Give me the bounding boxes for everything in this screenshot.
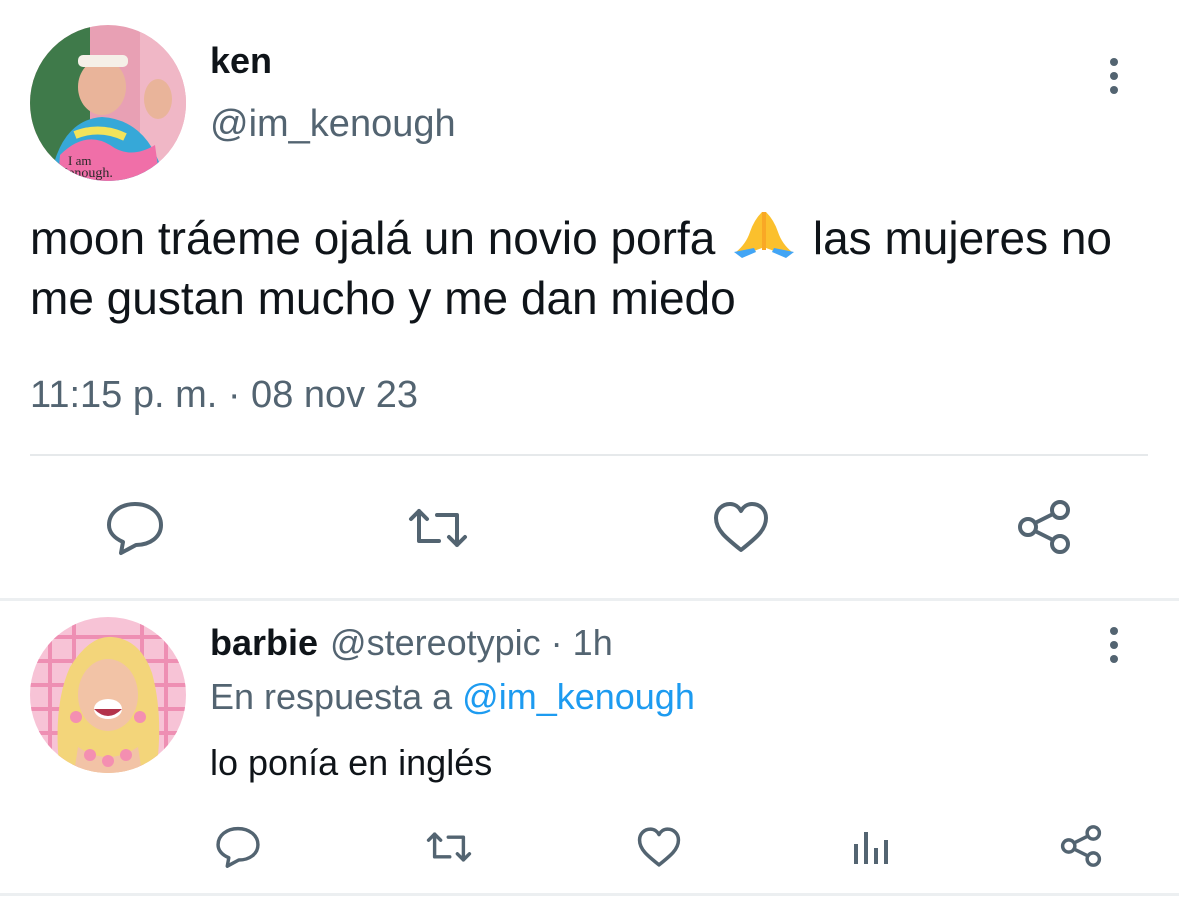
retweet-button[interactable] — [405, 505, 471, 551]
vertical-dots-icon-part — [1110, 655, 1118, 663]
reply-more-options-button[interactable] — [1099, 627, 1129, 663]
replying-to-prefix: En respuesta a — [210, 676, 463, 717]
replying-to: En respuesta a @im_kenough — [210, 676, 695, 718]
divider — [0, 893, 1179, 896]
more-options-button[interactable] — [1099, 58, 1129, 94]
reply-text: lo ponía en inglés — [210, 742, 493, 783]
retweet-icon — [409, 509, 467, 547]
vertical-dots-icon-part — [1110, 86, 1118, 94]
vertical-dots-icon-part — [1110, 72, 1118, 80]
tweet-timestamp[interactable]: 11:15 p. m. · 08 nov 23 — [30, 374, 418, 417]
speech-bubble-icon — [216, 826, 260, 868]
reply-views-button[interactable] — [850, 828, 890, 868]
reply-button[interactable] — [105, 500, 165, 556]
vertical-dots-icon — [1110, 627, 1118, 635]
reply-author-name[interactable]: barbie — [210, 622, 318, 663]
heart-icon — [637, 827, 681, 867]
share-icon — [1060, 825, 1102, 867]
avatar-image: I am Kenough. — [30, 25, 186, 181]
replying-to-mention[interactable]: @im_kenough — [462, 676, 695, 717]
reply-share-button[interactable] — [1058, 823, 1104, 869]
divider — [30, 454, 1148, 456]
reply-like-button[interactable] — [636, 826, 682, 868]
reply-reply-button[interactable] — [215, 825, 261, 869]
tweet-text: moon tráeme ojalá un novio porfa las muj… — [30, 208, 1160, 328]
vertical-dots-icon — [1110, 58, 1118, 66]
avatar-barbie[interactable] — [30, 617, 186, 773]
avatar-caption: Kenough. — [58, 166, 113, 181]
avatar-ken[interactable]: I am Kenough. — [30, 25, 186, 181]
reply-retweet-button[interactable] — [424, 829, 474, 865]
author-handle[interactable]: @im_kenough — [210, 103, 456, 146]
reply-header: barbie @stereotypic · 1h — [210, 622, 613, 664]
vertical-dots-icon-part — [1110, 641, 1118, 649]
speech-bubble-icon — [107, 502, 163, 555]
tweet-text-part1: moon tráeme ojalá un novio porfa — [30, 212, 716, 264]
heart-icon — [714, 502, 768, 552]
divider — [0, 598, 1179, 601]
bar-chart-icon — [854, 832, 888, 864]
avatar-image — [30, 617, 186, 773]
share-icon — [1018, 500, 1070, 554]
folded-hands-icon — [734, 212, 795, 258]
reply-timestamp[interactable]: 1h — [573, 622, 613, 663]
reply-separator: · — [540, 622, 573, 663]
author-name[interactable]: ken — [210, 40, 272, 82]
retweet-icon — [426, 832, 472, 862]
share-button[interactable] — [1014, 498, 1074, 556]
like-button[interactable] — [712, 500, 770, 554]
reply-author-handle[interactable]: @stereotypic — [330, 622, 541, 663]
